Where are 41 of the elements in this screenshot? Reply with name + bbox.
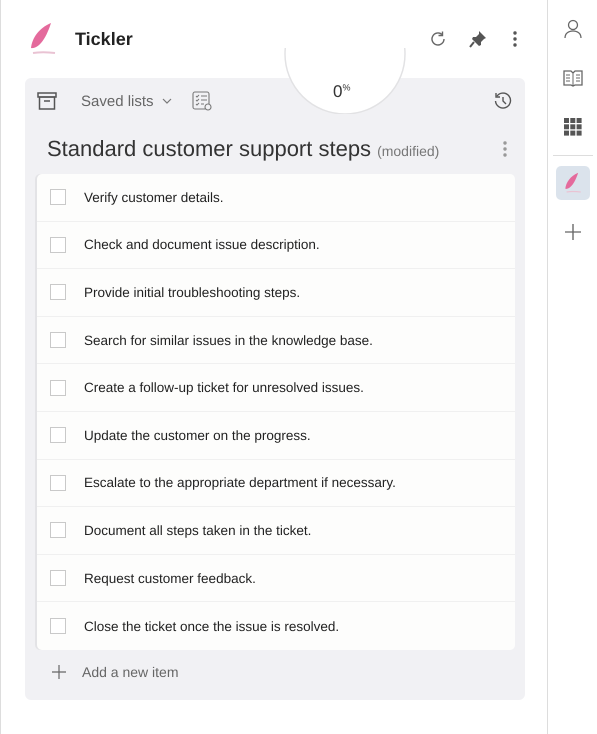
checkbox[interactable] <box>50 189 66 206</box>
item-text: Update the customer on the progress. <box>84 428 311 443</box>
app-title: Tickler <box>75 28 134 50</box>
checklist-settings-icon[interactable] <box>192 91 212 111</box>
item-text: Verify customer details. <box>84 190 224 205</box>
item-text: Check and document issue description. <box>84 237 320 252</box>
checkbox[interactable] <box>50 427 66 444</box>
chevron-down-icon[interactable] <box>162 98 172 104</box>
plus-icon[interactable] <box>564 224 581 240</box>
sidebar-button[interactable] <box>556 166 590 200</box>
item-text: Create a follow-up ticket for unresolved issues. <box>84 380 364 396</box>
add-item-button[interactable]: Add a new item <box>82 664 178 680</box>
refresh-icon[interactable] <box>429 30 448 48</box>
item-text: Close the ticket once the issue is resolved. <box>84 618 340 634</box>
feather-icon <box>29 22 57 56</box>
pin-icon[interactable] <box>469 30 488 48</box>
checkbox[interactable] <box>50 522 66 538</box>
item-text: Search for similar issues in the knowledge base. <box>84 332 373 348</box>
item-text: Request customer feedback. <box>84 570 256 586</box>
feather-icon <box>564 172 582 194</box>
checkbox[interactable] <box>50 380 66 396</box>
grid-icon[interactable] <box>564 118 582 136</box>
item-text: Document all steps taken in the ticket. <box>84 522 312 538</box>
list-title: Standard customer support steps <box>47 136 372 162</box>
modified-status: (modified) <box>377 143 440 159</box>
item-text: Provide initial troubleshooting steps. <box>84 284 300 300</box>
checkbox[interactable] <box>50 332 66 348</box>
item-text: Escalate to the appropriate department if necessary. <box>84 475 396 490</box>
book-icon[interactable] <box>562 69 583 87</box>
progress-percent: 0$^{%}$ <box>333 82 350 102</box>
saved-lists-dropdown[interactable]: Saved lists <box>81 92 154 110</box>
checkbox[interactable] <box>50 570 66 586</box>
history-icon[interactable] <box>493 91 514 111</box>
person-icon[interactable] <box>564 19 582 39</box>
checkbox[interactable] <box>50 618 66 634</box>
archive-icon[interactable] <box>37 92 57 110</box>
checkbox[interactable] <box>50 236 66 253</box>
plus-icon[interactable] <box>52 664 66 679</box>
checkbox[interactable] <box>50 284 66 300</box>
checkbox[interactable] <box>50 474 66 491</box>
more-icon[interactable] <box>513 31 518 47</box>
